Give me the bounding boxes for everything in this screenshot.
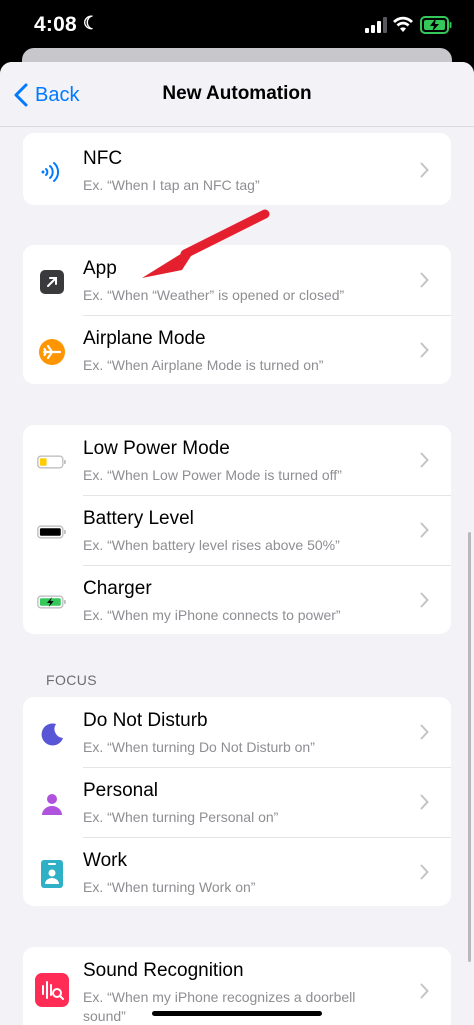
chevron-right-icon — [420, 724, 429, 740]
trigger-group-power: Low Power Mode Ex. “When Low Power Mode … — [23, 425, 451, 634]
trigger-title: Work — [83, 850, 127, 871]
trigger-subtitle: Ex. “When Airplane Mode is turned on” — [83, 357, 324, 373]
battery-charging-icon — [420, 16, 452, 34]
cellular-signal-icon — [365, 17, 387, 33]
trigger-title: Do Not Disturb — [83, 710, 208, 731]
trigger-row-low-power-mode[interactable]: Low Power Mode Ex. “When Low Power Mode … — [23, 425, 451, 495]
home-indicator[interactable] — [152, 1011, 322, 1016]
chevron-right-icon — [420, 522, 429, 538]
trigger-subtitle: Ex. “When my iPhone connects to power” — [83, 607, 341, 623]
trigger-subtitle: Ex. “When turning Do Not Disturb on” — [83, 739, 315, 755]
nfc-icon — [37, 157, 67, 187]
low-battery-icon — [37, 447, 67, 477]
chevron-right-icon — [420, 983, 429, 999]
trigger-subtitle: Ex. “When my iPhone recognizes a doorbel… — [83, 989, 356, 1024]
focus-moon-icon: ☾ — [82, 13, 100, 33]
page-title: New Automation — [162, 83, 312, 104]
trigger-row-charger[interactable]: Charger Ex. “When my iPhone connects to … — [23, 565, 451, 634]
trigger-title: Low Power Mode — [83, 438, 230, 459]
chevron-right-icon — [420, 864, 429, 880]
sound-recognition-icon — [35, 973, 69, 1007]
chevron-right-icon — [420, 452, 429, 468]
chevron-right-icon — [420, 592, 429, 608]
section-header-focus: FOCUS — [46, 672, 97, 688]
trigger-row-personal[interactable]: Personal Ex. “When turning Personal on” — [23, 767, 451, 837]
trigger-group-nfc: NFC Ex. “When I tap an NFC tag” — [23, 133, 451, 205]
status-time: 4:08 ☾ — [34, 13, 100, 36]
work-badge-icon — [37, 859, 67, 889]
trigger-subtitle: Ex. “When turning Work on” — [83, 879, 256, 895]
trigger-subtitle: Ex. “When turning Personal on” — [83, 809, 279, 825]
trigger-subtitle: Ex. “When Low Power Mode is turned off” — [83, 467, 342, 483]
trigger-title: Battery Level — [83, 508, 194, 529]
chevron-right-icon — [420, 794, 429, 810]
automation-sheet: Back New Automation NFC Ex. “When I tap … — [0, 62, 474, 1025]
navigation-bar: Back New Automation — [0, 62, 474, 127]
trigger-subtitle: Ex. “When I tap an NFC tag” — [83, 177, 260, 193]
wifi-icon — [393, 16, 413, 32]
trigger-title: App — [83, 258, 117, 279]
person-icon — [37, 789, 67, 819]
trigger-row-battery-level[interactable]: Battery Level Ex. “When battery level ri… — [23, 495, 451, 565]
scrollbar[interactable] — [468, 532, 471, 962]
moon-icon — [37, 719, 67, 749]
annotation-arrow-icon — [142, 209, 270, 278]
trigger-group-focus: Do Not Disturb Ex. “When turning Do Not … — [23, 697, 451, 906]
trigger-title: NFC — [83, 148, 123, 169]
battery-icon — [37, 517, 67, 547]
trigger-title: Personal — [83, 780, 158, 801]
chevron-right-icon — [420, 272, 429, 288]
trigger-row-airplane-mode[interactable]: Airplane Mode Ex. “When Airplane Mode is… — [23, 315, 451, 384]
trigger-title: Airplane Mode — [83, 328, 206, 349]
trigger-subtitle: Ex. “When battery level rises above 50%” — [83, 537, 340, 553]
chevron-right-icon — [420, 342, 429, 358]
trigger-row-work[interactable]: Work Ex. “When turning Work on” — [23, 837, 451, 906]
chevron-right-icon — [420, 162, 429, 178]
status-bar: 4:08 ☾ — [0, 0, 474, 52]
airplane-icon — [37, 337, 67, 367]
trigger-row-nfc[interactable]: NFC Ex. “When I tap an NFC tag” — [23, 135, 451, 205]
trigger-subtitle: Ex. “When “Weather” is opened or closed” — [83, 287, 345, 303]
trigger-row-do-not-disturb[interactable]: Do Not Disturb Ex. “When turning Do Not … — [23, 697, 451, 767]
charging-battery-icon — [37, 587, 67, 617]
trigger-title: Charger — [83, 578, 152, 599]
app-icon — [37, 267, 67, 297]
trigger-title: Sound Recognition — [83, 960, 244, 981]
